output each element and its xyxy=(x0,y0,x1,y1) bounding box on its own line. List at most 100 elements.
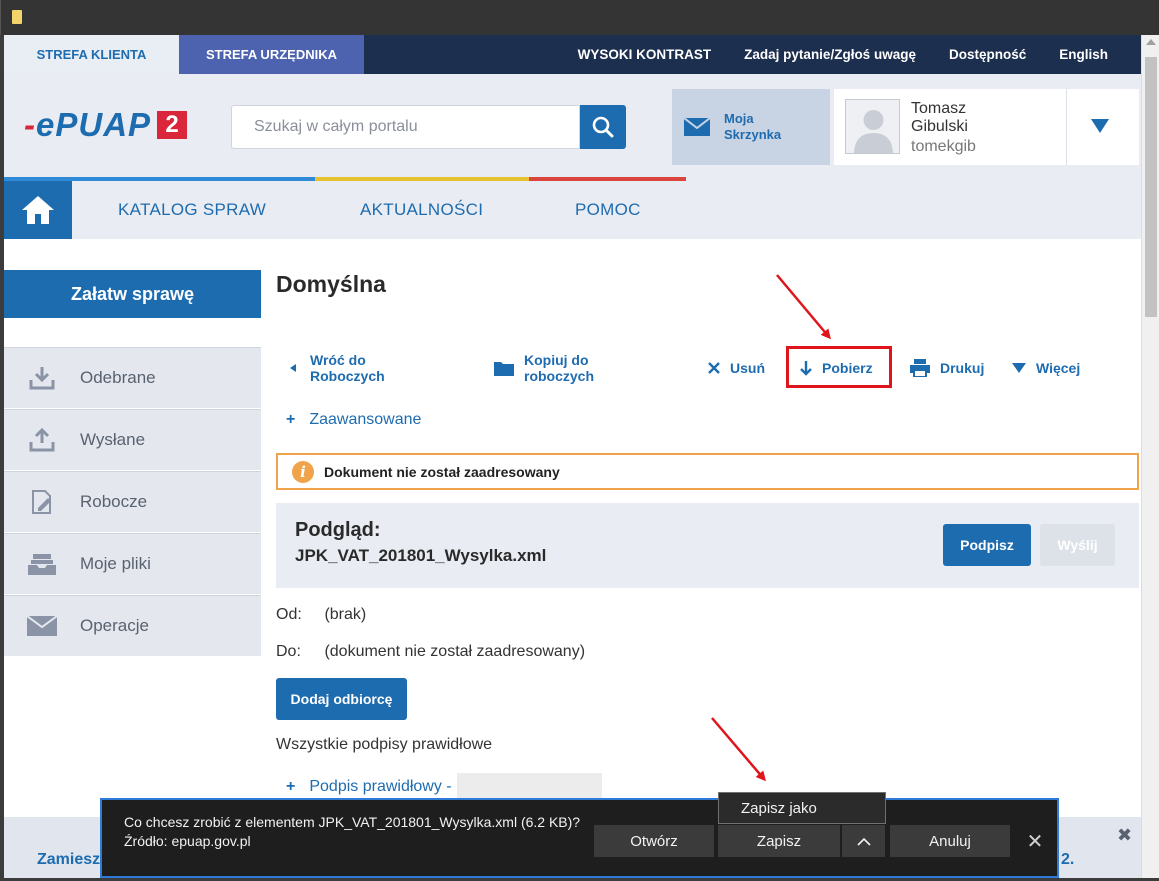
footer-close-icon[interactable]: ✖ xyxy=(1117,825,1132,846)
sidebar-menu: Odebrane Wysłane Robocze Moje pliki Oper… xyxy=(4,347,261,657)
scroll-up-arrow-icon[interactable] xyxy=(1146,39,1156,45)
send-button[interactable]: Wyślij xyxy=(1040,524,1115,566)
main-nav: KATALOG SPRAW AKTUALNOŚCI POMOC xyxy=(4,177,1141,239)
delete-label: Usuń xyxy=(730,360,765,376)
signature-item[interactable]: + Podpis prawidłowy - xyxy=(286,773,602,801)
high-contrast-link[interactable]: WYSOKI KONTRAST xyxy=(578,47,712,62)
vertical-scrollbar[interactable] xyxy=(1141,35,1159,878)
accessibility-link[interactable]: Dostępność xyxy=(949,47,1026,62)
search-button[interactable] xyxy=(580,105,626,149)
printer-icon xyxy=(910,359,930,377)
user-menu[interactable]: Tomasz Gibulski tomekgib xyxy=(834,89,1139,165)
avatar xyxy=(845,99,900,154)
scroll-thumb[interactable] xyxy=(1145,57,1157,317)
sidebar-item-label: Odebrane xyxy=(80,368,156,387)
logo-swoosh: - xyxy=(24,106,36,143)
more-button[interactable]: Więcej xyxy=(1012,353,1080,383)
copy-to-drafts-label: Kopiuj do roboczych xyxy=(524,352,595,384)
top-links: WYSOKI KONTRAST Zadaj pytanie/Zgłoś uwag… xyxy=(578,35,1141,74)
sidebar-item-odebrane[interactable]: Odebrane xyxy=(4,347,261,409)
logo-text: ePUAP xyxy=(36,106,152,143)
save-button[interactable]: Zapisz xyxy=(718,825,840,857)
tab-strefa-urzednika[interactable]: STREFA URZĘDNIKA xyxy=(179,35,364,74)
user-silhouette-icon xyxy=(854,110,893,153)
advanced-toggle[interactable]: + Zaawansowane xyxy=(286,411,421,429)
mailbox-label: Moja Skrzynka xyxy=(724,111,782,142)
close-icon[interactable]: ✕ xyxy=(1023,825,1047,857)
mail-icon xyxy=(684,118,710,136)
save-options-button[interactable] xyxy=(841,825,885,857)
nav-aktualnosci[interactable]: AKTUALNOŚCI xyxy=(360,181,483,239)
outbox-upload-icon xyxy=(4,428,80,452)
copy-to-drafts-button[interactable]: Kopiuj do roboczych xyxy=(494,352,595,384)
download-message: Co chcesz zrobić z elementem JPK_VAT_201… xyxy=(124,813,594,851)
signature-redacted xyxy=(456,773,602,801)
back-to-drafts-label: Wróć do Roboczych xyxy=(310,352,385,384)
nav-pomoc[interactable]: POMOC xyxy=(575,181,641,239)
sidebar-item-label: Wysłane xyxy=(80,430,146,449)
from-label: Od: xyxy=(276,606,302,623)
print-label: Drukuj xyxy=(940,360,985,376)
plus-icon: + xyxy=(286,778,296,795)
folder-icon xyxy=(494,360,514,376)
open-button[interactable]: Otwórz xyxy=(594,825,714,857)
cancel-button[interactable]: Anuluj xyxy=(890,825,1010,857)
files-tray-icon xyxy=(4,552,80,576)
search-icon xyxy=(592,116,614,138)
from-row: Od: (brak) xyxy=(276,606,366,624)
nav-katalog-spraw[interactable]: KATALOG SPRAW xyxy=(118,181,266,239)
back-to-drafts-button[interactable]: Wróć do Roboczych xyxy=(288,352,385,384)
warning-alert: i Dokument nie został zaadresowany xyxy=(276,453,1139,490)
to-row: Do: (dokument nie został zaadresowany) xyxy=(276,643,585,661)
sidebar-item-operacje[interactable]: Operacje xyxy=(4,595,261,657)
info-icon: i xyxy=(292,460,314,483)
signatures-status: Wszystkie podpisy prawidłowe xyxy=(276,736,493,753)
draft-edit-icon xyxy=(4,489,80,515)
signature-label: Podpis prawidłowy - xyxy=(309,778,452,795)
preview-filename: JPK_VAT_201801_Wysylka.xml xyxy=(295,546,547,565)
alert-text: Dokument nie został zaadresowany xyxy=(324,463,560,480)
from-value: (brak) xyxy=(324,606,367,623)
home-icon xyxy=(22,196,54,224)
more-label: Więcej xyxy=(1036,360,1081,376)
preview-panel: Podgląd: JPK_VAT_201801_Wysylka.xml Podp… xyxy=(276,503,1139,588)
chevron-down-icon[interactable] xyxy=(1091,119,1109,133)
sidebar-item-label: Robocze xyxy=(80,492,148,511)
chevron-up-icon xyxy=(856,837,871,846)
english-link[interactable]: English xyxy=(1059,47,1108,62)
top-strip: STREFA KLIENTA STREFA URZĘDNIKA WYSOKI K… xyxy=(4,35,1141,74)
site-header: -ePUAP 2 Szukaj w całym portalu Moja Skr… xyxy=(4,74,1141,177)
preview-heading: Podgląd: xyxy=(295,519,381,541)
home-button[interactable] xyxy=(4,181,72,239)
search-input[interactable]: Szukaj w całym portalu xyxy=(231,105,580,149)
envelope-icon xyxy=(4,616,80,636)
print-button[interactable]: Drukuj xyxy=(910,353,984,383)
tab-strefa-klienta[interactable]: STREFA KLIENTA xyxy=(4,35,179,74)
footer-text-left: Zamiesz xyxy=(37,851,101,868)
sign-button[interactable]: Podpisz xyxy=(943,524,1031,566)
caret-down-icon xyxy=(1012,363,1026,373)
download-question: Co chcesz zrobić z elementem JPK_VAT_201… xyxy=(124,814,581,830)
logo-number: 2 xyxy=(157,111,188,139)
window-app-icon xyxy=(12,10,22,24)
sidebar-item-label: Moje pliki xyxy=(80,554,151,573)
sidebar-item-moje-pliki[interactable]: Moje pliki xyxy=(4,533,261,595)
sidebar-item-robocze[interactable]: Robocze xyxy=(4,471,261,533)
download-notification-bar: Co chcesz zrobić z elementem JPK_VAT_201… xyxy=(100,798,1059,878)
window-titlebar xyxy=(0,0,1159,35)
my-mailbox-button[interactable]: Moja Skrzynka xyxy=(672,89,830,165)
zalatw-sprawe-button[interactable]: Załatw sprawę xyxy=(4,270,261,318)
download-highlight xyxy=(786,346,892,388)
to-label: Do: xyxy=(276,643,301,660)
inbox-download-icon xyxy=(4,366,80,390)
ask-question-link[interactable]: Zadaj pytanie/Zgłoś uwagę xyxy=(744,47,916,62)
user-name: Tomasz Gibulski xyxy=(911,100,968,135)
add-recipient-button[interactable]: Dodaj odbiorcę xyxy=(276,678,407,720)
download-source: Źródło: epuap.gov.pl xyxy=(124,833,251,849)
sidebar-item-wyslane[interactable]: Wysłane xyxy=(4,409,261,471)
user-separator xyxy=(1066,89,1067,165)
save-as-menu-item[interactable]: Zapisz jako xyxy=(718,792,886,824)
caret-left-icon xyxy=(288,363,300,373)
delete-button[interactable]: Usuń xyxy=(708,353,765,383)
epuap-logo[interactable]: -ePUAP 2 xyxy=(24,106,188,143)
